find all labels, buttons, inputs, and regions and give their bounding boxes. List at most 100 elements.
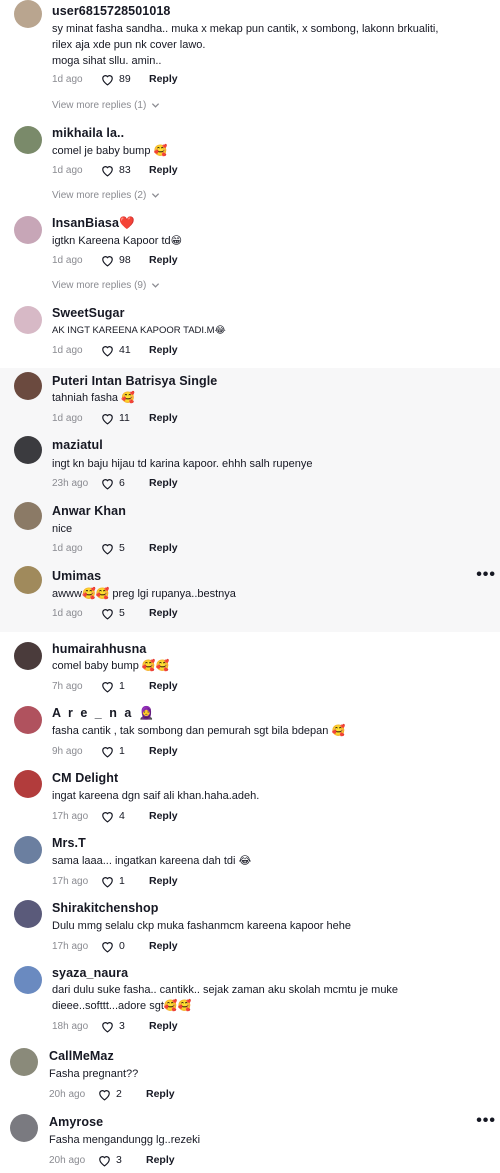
reply-button[interactable]: Reply bbox=[149, 73, 178, 85]
like-button[interactable]: 4 bbox=[100, 810, 145, 823]
avatar[interactable] bbox=[14, 372, 42, 400]
like-button[interactable]: 3 bbox=[100, 1020, 145, 1033]
like-count: 1 bbox=[119, 875, 125, 887]
like-button[interactable]: 41 bbox=[100, 344, 145, 357]
like-button[interactable]: 5 bbox=[100, 607, 145, 620]
comment-username[interactable]: Anwar Khan bbox=[52, 504, 126, 518]
comment-item: SweetSugar AK INGT KAREENA KAPOOR TADI.M… bbox=[0, 302, 500, 366]
reply-button[interactable]: Reply bbox=[146, 1088, 175, 1100]
reply-button[interactable]: Reply bbox=[149, 344, 178, 356]
comment-username[interactable]: Amyrose bbox=[49, 1115, 103, 1129]
reply-button[interactable]: Reply bbox=[149, 1020, 178, 1032]
comment-item: maziatul ingt kn baju hijau td karina ka… bbox=[0, 430, 500, 496]
ellipsis-icon[interactable]: ••• bbox=[476, 1112, 496, 1130]
view-more-replies[interactable]: View more replies (9) bbox=[52, 280, 160, 291]
avatar[interactable] bbox=[14, 216, 42, 244]
comment-username[interactable]: Puteri Intan Batrisya Single bbox=[52, 374, 217, 388]
comment-username[interactable]: Shirakitchenshop bbox=[52, 901, 158, 915]
comment-text: dari dulu suke fasha.. cantikk.. sejak z… bbox=[52, 984, 399, 1012]
comment-item: user6815728501018 sy minat fasha sandha.… bbox=[0, 0, 500, 118]
reply-button[interactable]: Reply bbox=[149, 745, 178, 757]
avatar[interactable] bbox=[14, 502, 42, 530]
comment-username[interactable]: user6815728501018 bbox=[52, 4, 170, 18]
like-button[interactable]: 6 bbox=[100, 477, 145, 490]
like-count: 3 bbox=[116, 1154, 122, 1166]
comment-meta: 7h ago 1 Reply bbox=[52, 678, 178, 694]
reply-button[interactable]: Reply bbox=[149, 875, 178, 887]
avatar[interactable] bbox=[14, 900, 42, 928]
like-count: 83 bbox=[119, 164, 131, 176]
like-button[interactable]: 2 bbox=[97, 1088, 142, 1101]
comment-username[interactable]: Mrs.T bbox=[52, 836, 86, 850]
view-more-replies[interactable]: View more replies (2) bbox=[52, 190, 160, 201]
comment-username[interactable]: SweetSugar bbox=[52, 306, 125, 320]
reply-button[interactable]: Reply bbox=[149, 542, 178, 554]
comment-meta: 17h ago 4 Reply bbox=[52, 808, 178, 824]
avatar[interactable] bbox=[14, 770, 42, 798]
avatar[interactable] bbox=[10, 1048, 38, 1076]
view-more-replies[interactable]: View more replies (1) bbox=[52, 100, 160, 111]
like-count: 98 bbox=[119, 254, 131, 266]
comment-username[interactable]: CallMeMaz bbox=[49, 1049, 114, 1063]
like-button[interactable]: 5 bbox=[100, 542, 145, 555]
comment-meta: 1d ago 11 Reply bbox=[52, 410, 178, 426]
like-count: 3 bbox=[119, 1020, 125, 1032]
reply-button[interactable]: Reply bbox=[149, 412, 178, 424]
comment-username[interactable]: maziatul bbox=[52, 438, 103, 452]
avatar[interactable] bbox=[14, 836, 42, 864]
avatar[interactable] bbox=[14, 0, 42, 28]
comment-item: Amyrose Fasha mengandungg lg..rezeki 20h… bbox=[0, 1110, 500, 1173]
avatar[interactable] bbox=[14, 436, 42, 464]
like-button[interactable]: 3 bbox=[97, 1154, 142, 1167]
avatar[interactable] bbox=[10, 1114, 38, 1142]
avatar[interactable] bbox=[14, 566, 42, 594]
avatar[interactable] bbox=[14, 126, 42, 154]
comment-username[interactable]: InsanBiasa❤️ bbox=[52, 216, 135, 231]
comment-username[interactable]: Umimas bbox=[52, 569, 101, 583]
comment-text: sama laaa... ingatkan kareena dah tdi 😂 bbox=[52, 855, 252, 867]
comment-item: Shirakitchenshop Dulu mmg selalu ckp muk… bbox=[0, 896, 500, 958]
comment-time: 20h ago bbox=[49, 1154, 86, 1166]
comment-text: awww🥰🥰 preg lgi rupanya..bestnya bbox=[52, 588, 236, 600]
comment-username[interactable]: CM Delight bbox=[52, 771, 118, 785]
like-button[interactable]: 1 bbox=[100, 745, 145, 758]
like-button[interactable]: 1 bbox=[100, 680, 145, 693]
avatar[interactable] bbox=[14, 642, 42, 670]
comment-time: 1d ago bbox=[52, 542, 83, 554]
comment-item: Puteri Intan Batrisya Single tahniah fas… bbox=[0, 368, 500, 430]
reply-button[interactable]: Reply bbox=[149, 680, 178, 692]
comment-meta: 1d ago 89 Reply bbox=[52, 71, 178, 87]
reply-button[interactable]: Reply bbox=[149, 254, 178, 266]
reply-button[interactable]: Reply bbox=[146, 1154, 175, 1166]
avatar[interactable] bbox=[14, 966, 42, 994]
like-button[interactable]: 98 bbox=[100, 254, 145, 267]
reply-button[interactable]: Reply bbox=[149, 940, 178, 952]
heart-outline-icon bbox=[102, 681, 113, 693]
comment-text: fasha cantik , tak sombong dan pemurah s… bbox=[52, 725, 346, 737]
comment-item: Anwar Khan nice 1d ago 5 Reply bbox=[0, 496, 500, 560]
comment-meta: 18h ago 3 Reply bbox=[52, 1018, 178, 1034]
like-button[interactable]: 89 bbox=[100, 73, 145, 86]
reply-button[interactable]: Reply bbox=[149, 607, 178, 619]
like-button[interactable]: 1 bbox=[100, 875, 145, 888]
comment-text: igtkn Kareena Kapoor td😁 bbox=[52, 235, 183, 247]
comment-item: Umimas awww🥰🥰 preg lgi rupanya..bestnya … bbox=[0, 560, 500, 632]
chevron-down-icon bbox=[152, 193, 160, 198]
avatar[interactable] bbox=[14, 306, 42, 334]
comment-username[interactable]: syaza_naura bbox=[52, 966, 128, 980]
reply-button[interactable]: Reply bbox=[149, 164, 178, 176]
comment-username[interactable]: mikhaila la.. bbox=[52, 126, 124, 140]
chevron-down-icon bbox=[152, 283, 160, 288]
comment-username[interactable]: humairahhusna bbox=[52, 642, 146, 656]
reply-button[interactable]: Reply bbox=[149, 810, 178, 822]
ellipsis-icon[interactable]: ••• bbox=[476, 566, 496, 584]
comment-text: ingt kn baju hijau td karina kapoor. ehh… bbox=[52, 458, 313, 470]
like-button[interactable]: 11 bbox=[100, 412, 145, 425]
like-button[interactable]: 83 bbox=[100, 164, 145, 177]
reply-button[interactable]: Reply bbox=[149, 477, 178, 489]
avatar[interactable] bbox=[14, 706, 42, 734]
comment-item: mikhaila la.. comel je baby bump 🥰 1d ag… bbox=[0, 122, 500, 208]
like-button[interactable]: 0 bbox=[100, 940, 145, 953]
comment-meta: 1d ago 5 Reply bbox=[52, 605, 178, 621]
comment-username[interactable]: A r e _ n a 🧕 bbox=[52, 706, 156, 721]
